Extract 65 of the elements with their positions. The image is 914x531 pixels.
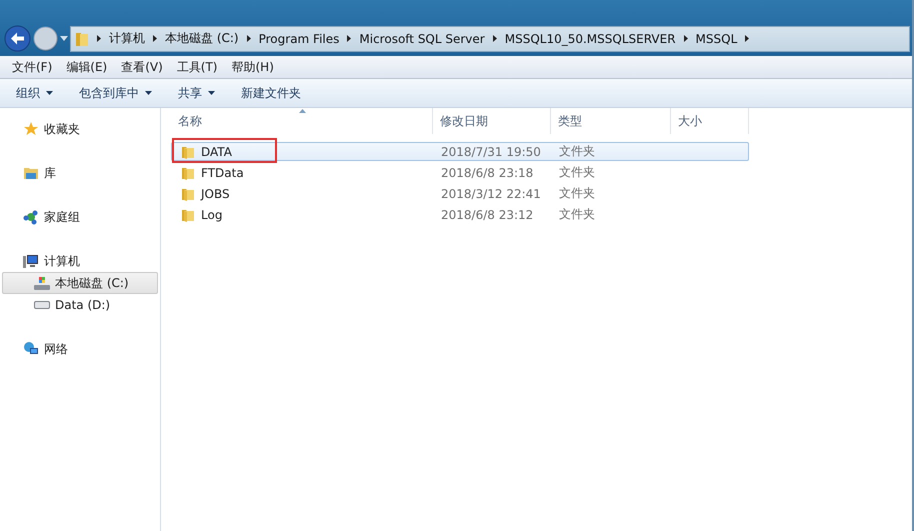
file-name: DATA: [201, 144, 232, 158]
nav-item[interactable]: 计算机: [2, 250, 158, 272]
chevron-icon: [492, 35, 497, 42]
folder-icon: [181, 144, 195, 159]
menu-item[interactable]: 帮助(H): [232, 58, 274, 76]
folder-icon: [181, 165, 195, 180]
folder-icon: [181, 207, 195, 222]
breadcrumb[interactable]: Microsoft SQL Server: [359, 32, 485, 46]
column-header[interactable]: 修改日期: [433, 108, 551, 134]
breadcrumb[interactable]: MSSQL: [696, 32, 738, 46]
menu-item[interactable]: 查看(V): [121, 58, 163, 76]
nav-item[interactable]: 家庭组: [2, 206, 158, 228]
column-header[interactable]: 类型: [551, 108, 671, 134]
nav-item[interactable]: 网络: [2, 338, 158, 360]
sort-arrow-icon: [299, 109, 306, 113]
file-row[interactable]: Log 2018/6/8 23:12 文件夹: [171, 205, 749, 224]
toolbar-button[interactable]: 包含到库中: [75, 82, 156, 104]
file-row[interactable]: FTData 2018/6/8 23:18 文件夹: [171, 163, 749, 182]
file-name: Log: [201, 208, 222, 222]
chevron-icon: [153, 35, 157, 42]
nav-item[interactable]: 本地磁盘 (C:): [2, 272, 158, 294]
menu-item[interactable]: 编辑(E): [66, 58, 108, 76]
drive-icon: [34, 301, 50, 309]
network-icon: [23, 341, 39, 357]
file-type: 文件夹: [558, 185, 596, 202]
file-row[interactable]: JOBS 2018/3/12 22:41 文件夹: [171, 184, 749, 203]
chevron-icon: [246, 35, 251, 42]
back-button[interactable]: [4, 25, 31, 52]
homegroup-icon: [23, 209, 39, 225]
menu-item[interactable]: 文件(F): [12, 58, 52, 76]
modified-date: 2018/7/31 19:50: [440, 144, 542, 158]
modified-date: 2018/3/12 22:41: [440, 186, 542, 200]
nav-item[interactable]: Data (D:): [2, 294, 158, 316]
folder-icon: [181, 186, 195, 201]
system-drive-icon: [34, 276, 50, 290]
nav-item[interactable]: 库: [2, 162, 158, 184]
toolbar-button[interactable]: 新建文件夹: [237, 82, 305, 104]
modified-date: 2018/6/8 23:12: [440, 208, 534, 222]
breadcrumb[interactable]: Program Files: [258, 32, 340, 46]
file-type: 文件夹: [558, 164, 596, 181]
nav-item[interactable]: 收藏夹: [2, 118, 158, 140]
chevron-icon: [745, 35, 750, 42]
breadcrumb[interactable]: 本地磁盘 (C:): [165, 30, 239, 47]
computer-icon: [23, 254, 39, 268]
chevron-icon: [97, 35, 101, 42]
library-icon: [23, 166, 39, 180]
column-header[interactable]: 名称: [171, 108, 433, 134]
history-dropdown-icon[interactable]: [60, 36, 68, 41]
chevron-icon: [684, 35, 688, 42]
column-header[interactable]: 大小: [671, 108, 749, 134]
file-name: JOBS: [201, 186, 230, 200]
toolbar-button[interactable]: 共享: [174, 82, 219, 104]
forward-button[interactable]: [33, 26, 58, 51]
breadcrumb[interactable]: MSSQL10_50.MSSQLSERVER: [504, 32, 676, 46]
breadcrumb[interactable]: 计算机: [109, 30, 145, 47]
star-icon: [23, 121, 39, 137]
address-bar[interactable]: 计算机 本地磁盘 (C:) Program Files Microsoft SQL Server MSSQL10_50.MSSQLSERVER MSSQL: [70, 26, 910, 52]
file-type: 文件夹: [558, 206, 596, 223]
file-name: FTData: [201, 166, 244, 180]
chevron-icon: [347, 35, 352, 42]
folder-icon: [75, 30, 89, 46]
toolbar-button[interactable]: 组织: [12, 82, 57, 104]
modified-date: 2018/6/8 23:18: [440, 166, 534, 180]
menu-item[interactable]: 工具(T): [176, 58, 218, 76]
file-type: 文件夹: [558, 143, 596, 160]
